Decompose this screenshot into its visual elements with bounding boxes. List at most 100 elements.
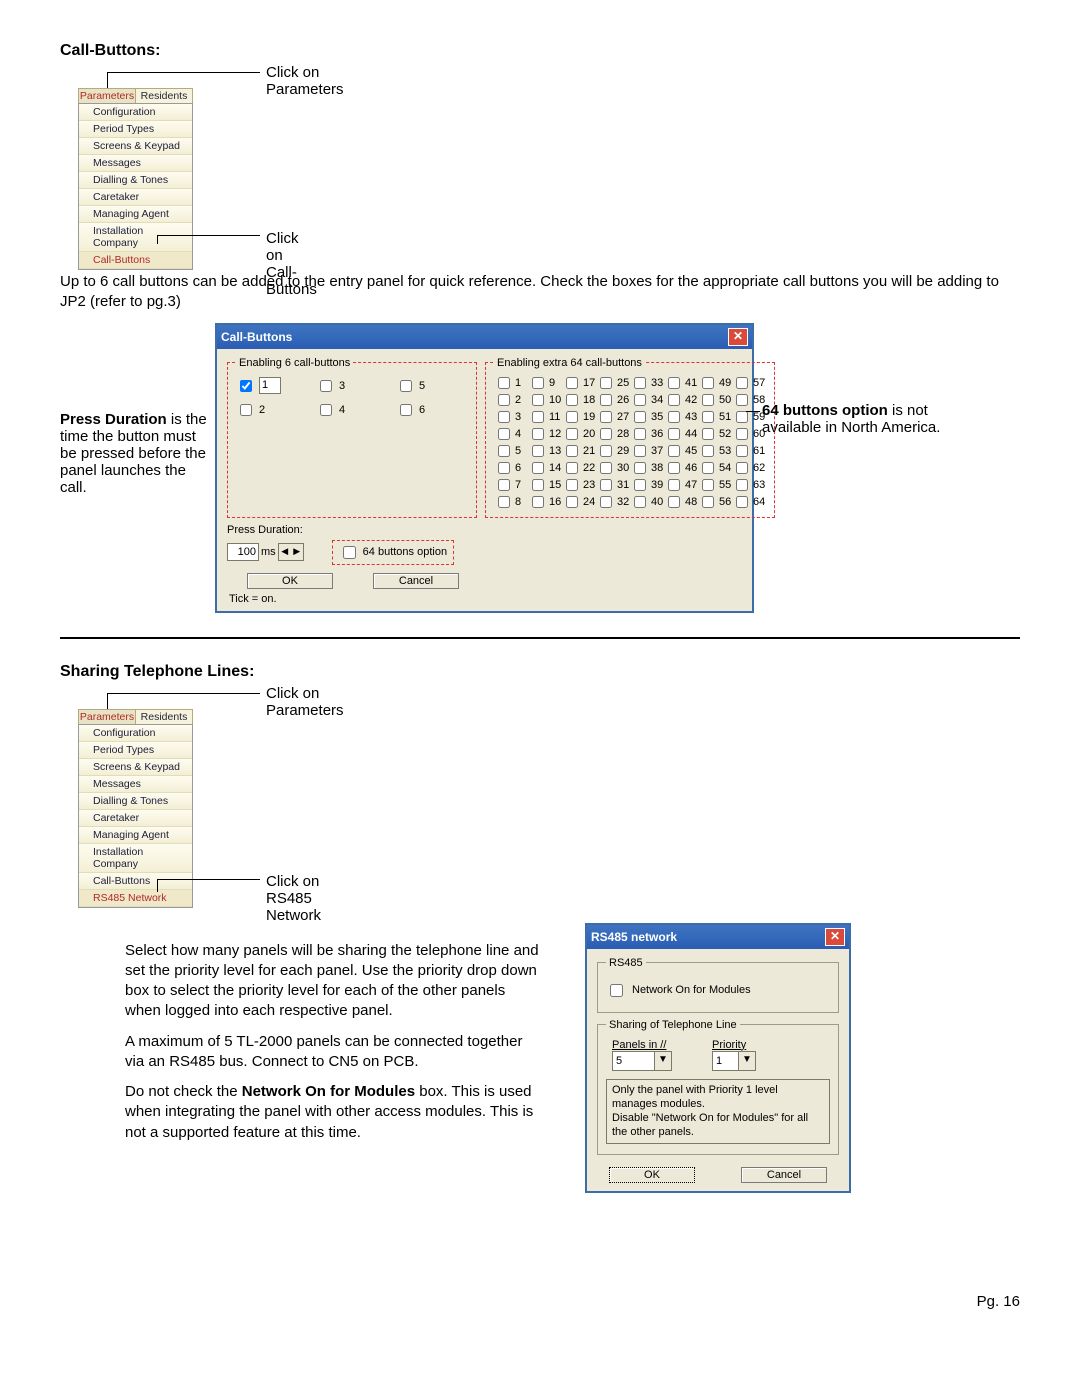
cb64-checkbox[interactable] (668, 445, 680, 457)
cb64-item[interactable]: 1 (494, 375, 528, 392)
cb64-checkbox[interactable] (702, 394, 714, 406)
cb64-checkbox[interactable] (600, 394, 612, 406)
cb64-checkbox[interactable] (532, 479, 544, 491)
cb64-checkbox[interactable] (736, 479, 748, 491)
cb6-item[interactable]: 3 (316, 375, 386, 397)
cb6-checkbox[interactable] (240, 404, 252, 416)
menu-item[interactable]: Managing Agent (79, 827, 192, 844)
network-on-checkbox[interactable] (610, 984, 623, 997)
cb64-item[interactable]: 17 (562, 375, 596, 392)
cb64-checkbox[interactable] (566, 394, 578, 406)
cb64-checkbox[interactable] (634, 394, 646, 406)
cb64-checkbox[interactable] (736, 428, 748, 440)
cb64-checkbox[interactable] (498, 377, 510, 389)
cb64-item[interactable]: 42 (664, 392, 698, 409)
cb64-item[interactable]: 27 (596, 409, 630, 426)
cb64-item[interactable]: 3 (494, 409, 528, 426)
tab-parameters[interactable]: Parameters (79, 710, 136, 724)
cb64-item[interactable]: 50 (698, 392, 732, 409)
menu-item[interactable]: Configuration (79, 104, 192, 121)
network-on-checkbox-label[interactable]: Network On for Modules (606, 981, 830, 1000)
cb64-item[interactable]: 31 (596, 477, 630, 494)
menu-item-rs485[interactable]: RS485 Network (79, 890, 192, 907)
cb64-checkbox[interactable] (532, 394, 544, 406)
chevron-down-icon[interactable]: ▼ (655, 1051, 672, 1071)
cb64-item[interactable]: 26 (596, 392, 630, 409)
cb64-checkbox[interactable] (498, 411, 510, 423)
cb64-checkbox[interactable] (736, 411, 748, 423)
cb6-item[interactable]: 4 (316, 399, 386, 421)
cb64-item[interactable]: 12 (528, 426, 562, 443)
cb64-checkbox[interactable] (566, 377, 578, 389)
menu-item[interactable]: Period Types (79, 121, 192, 138)
menu-item[interactable]: Caretaker (79, 810, 192, 827)
menu-item[interactable]: Configuration (79, 725, 192, 742)
cancel-button[interactable]: Cancel (741, 1167, 827, 1183)
cb64-item[interactable]: 46 (664, 460, 698, 477)
menu-item[interactable]: Period Types (79, 742, 192, 759)
cb64-checkbox[interactable] (600, 496, 612, 508)
cb6-item[interactable]: 6 (396, 399, 466, 421)
cb64-checkbox[interactable] (702, 462, 714, 474)
menu-item-call-buttons[interactable]: Call-Buttons (79, 252, 192, 269)
cb64-checkbox[interactable] (736, 496, 748, 508)
cb64-item[interactable]: 2 (494, 392, 528, 409)
cb6-item[interactable]: 1 (236, 375, 306, 397)
ok-button[interactable]: OK (247, 573, 333, 589)
cb64-checkbox[interactable] (668, 496, 680, 508)
panels-select[interactable]: 5 (612, 1051, 655, 1071)
cb64-checkbox[interactable] (736, 445, 748, 457)
cb64-item[interactable]: 9 (528, 375, 562, 392)
tab-residents[interactable]: Residents (136, 89, 192, 103)
cb64-item[interactable]: 51 (698, 409, 732, 426)
cancel-button[interactable]: Cancel (373, 573, 459, 589)
cb64-checkbox[interactable] (668, 428, 680, 440)
cb64-checkbox[interactable] (532, 377, 544, 389)
cb64-item[interactable]: 57 (732, 375, 766, 392)
cb64-item[interactable]: 16 (528, 494, 562, 511)
cb64-item[interactable]: 49 (698, 375, 732, 392)
cb64-item[interactable]: 64 (732, 494, 766, 511)
ok-button[interactable]: OK (609, 1167, 695, 1183)
cb64-checkbox[interactable] (600, 411, 612, 423)
cb64-checkbox[interactable] (668, 394, 680, 406)
cb6-item[interactable]: 2 (236, 399, 306, 421)
cb64-checkbox[interactable] (702, 445, 714, 457)
cb6-item[interactable]: 5 (396, 375, 466, 397)
cb64-checkbox[interactable] (702, 411, 714, 423)
menu-item[interactable]: Dialling & Tones (79, 172, 192, 189)
menu-item[interactable]: Installation Company (79, 844, 192, 873)
cb64-checkbox[interactable] (566, 462, 578, 474)
arrow-right-icon[interactable]: ▶ (291, 544, 303, 560)
cb64-item[interactable]: 44 (664, 426, 698, 443)
cb6-checkbox[interactable] (400, 380, 412, 392)
cb64-checkbox[interactable] (702, 428, 714, 440)
cb6-checkbox[interactable] (240, 380, 252, 392)
cb64-checkbox[interactable] (498, 462, 510, 474)
cb64-checkbox[interactable] (532, 411, 544, 423)
menu-item[interactable]: Caretaker (79, 189, 192, 206)
cb64-item[interactable]: 15 (528, 477, 562, 494)
menu-item[interactable]: Screens & Keypad (79, 759, 192, 776)
cb64-checkbox[interactable] (736, 394, 748, 406)
close-icon[interactable]: ✕ (728, 328, 748, 346)
cb64-checkbox[interactable] (600, 445, 612, 457)
arrow-left-icon[interactable]: ◀ (279, 544, 291, 560)
cb64-checkbox[interactable] (668, 462, 680, 474)
cb64-checkbox[interactable] (702, 496, 714, 508)
tab-residents[interactable]: Residents (136, 710, 192, 724)
cb64-item[interactable]: 22 (562, 460, 596, 477)
cb64-checkbox[interactable] (634, 428, 646, 440)
cb64-item[interactable]: 23 (562, 477, 596, 494)
cb64-item[interactable]: 48 (664, 494, 698, 511)
press-duration-spinner[interactable]: ◀ ▶ (278, 543, 304, 561)
cb64-item[interactable]: 35 (630, 409, 664, 426)
cb64-checkbox[interactable] (702, 377, 714, 389)
cb64-item[interactable]: 56 (698, 494, 732, 511)
cb64-item[interactable]: 32 (596, 494, 630, 511)
cb64-checkbox[interactable] (600, 377, 612, 389)
cb64-checkbox[interactable] (634, 445, 646, 457)
cb64-checkbox[interactable] (498, 445, 510, 457)
opt-64-checkbox[interactable] (343, 546, 356, 559)
cb64-item[interactable]: 40 (630, 494, 664, 511)
